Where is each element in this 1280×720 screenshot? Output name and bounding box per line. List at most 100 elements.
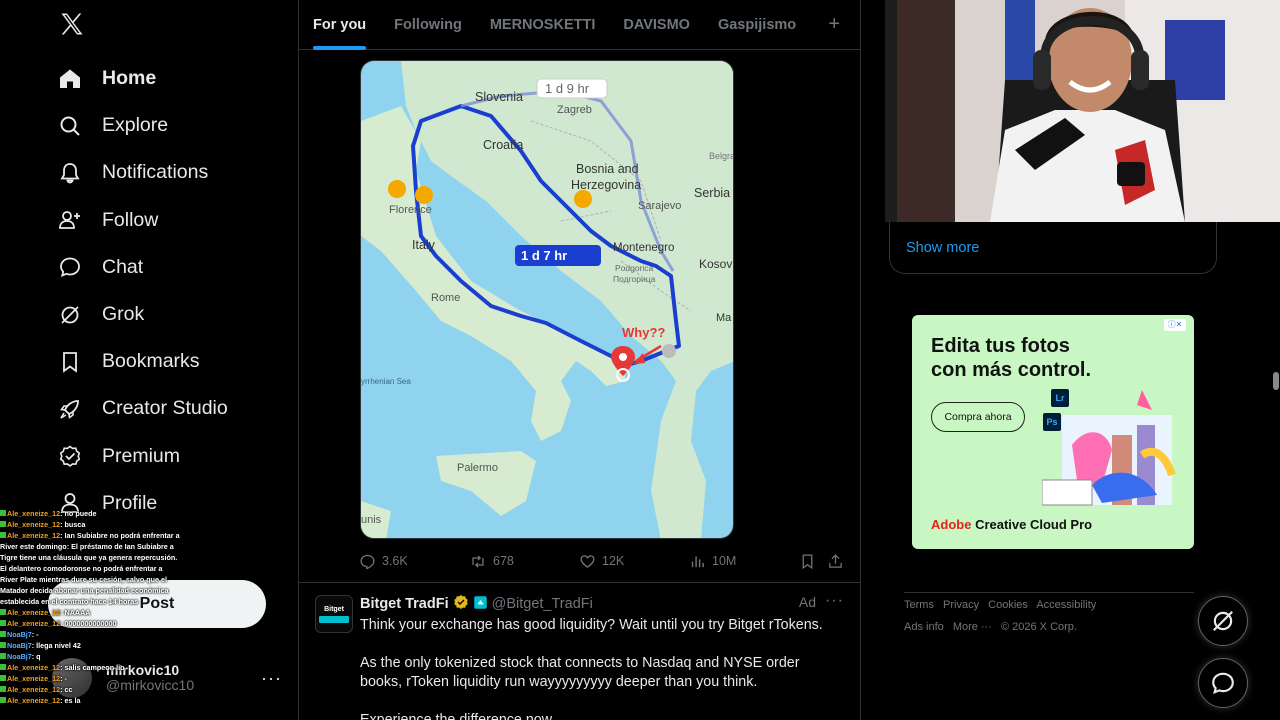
place-label: Florence — [389, 204, 432, 216]
chat-message: Ale_xeneize_12: salis campeon lio — [0, 662, 182, 673]
tab-mernosketti[interactable]: MERNOSKETTI — [476, 0, 610, 50]
route-alt-label: 1 d 9 hr — [545, 81, 590, 96]
nav-home[interactable]: Home — [56, 55, 228, 102]
nav-premium[interactable]: Premium — [56, 433, 228, 480]
place-label: Slovenia — [475, 90, 523, 104]
chat-username: Ale_xeneize_12 — [7, 619, 61, 628]
like-count: 12K — [602, 554, 625, 568]
footer-link[interactable]: Ads info — [904, 621, 944, 633]
chat-username: Ale_xeneize_12 — [7, 608, 61, 617]
nav-notifications[interactable]: Notifications — [56, 149, 228, 196]
footer-link[interactable]: Accessibility — [1036, 599, 1096, 611]
chat-username: Ale_xeneize_12 — [7, 663, 61, 672]
nav-chat[interactable]: Chat — [56, 244, 228, 291]
tab-following[interactable]: Following — [380, 0, 476, 50]
nav-creator-studio[interactable]: Creator Studio — [56, 385, 228, 432]
chat-icon — [1212, 672, 1234, 694]
gold-verified-icon — [453, 594, 469, 614]
tab-gaspijismo[interactable]: Gaspijismo — [704, 0, 810, 50]
like-button[interactable]: 12K — [579, 553, 624, 570]
chat-text: : 0000000000000 — [60, 619, 117, 628]
follow-icon — [56, 206, 84, 234]
messages-fab-button[interactable] — [1198, 658, 1248, 708]
promoted-tweet[interactable]: Bitget Bitget TradFi @Bitget_TradFi Ad ·… — [299, 583, 860, 720]
share-icon — [829, 553, 842, 568]
chat-badge-icon — [0, 653, 6, 659]
footer-link[interactable]: Terms — [904, 599, 934, 611]
place-label: Zagreb — [557, 104, 592, 116]
timeline-tabs: For you Following MERNOSKETTI DAVISMO Ga… — [299, 0, 860, 50]
chat-message: Ale_xeneize_12: no puede — [0, 508, 182, 519]
chat-username: Ale_xeneize_12 — [7, 674, 61, 683]
chat-badge-icon — [0, 620, 6, 626]
tab-davismo[interactable]: DAVISMO — [609, 0, 704, 50]
footer-link[interactable]: More ··· — [953, 621, 992, 633]
chat-badge-icon — [0, 686, 6, 692]
footer-link[interactable]: Cookies — [988, 599, 1028, 611]
scrollbar-thumb[interactable] — [1273, 372, 1279, 390]
place-label: Palermo — [457, 462, 498, 474]
place-label: Rome — [431, 292, 460, 304]
tweet-map-image[interactable]: 1 d 9 hr 1 d 7 hr Why?? Slovenia Zagreb … — [360, 60, 734, 539]
add-tab-icon[interactable]: + — [828, 13, 840, 36]
place-label: Bosnia and — [576, 162, 639, 176]
bookmark-icon — [56, 348, 84, 376]
nav-label: Follow — [102, 208, 159, 231]
nav-bookmarks[interactable]: Bookmarks — [56, 338, 228, 385]
place-label: Herzegovina — [571, 178, 641, 192]
nav-label: Home — [102, 67, 157, 90]
tweet-text: Think your exchange has good liquidity? … — [360, 616, 840, 720]
why-annotation: Why?? — [622, 325, 665, 340]
more-dots-icon[interactable]: ··· — [825, 592, 844, 610]
avatar-text: Bitget — [324, 605, 344, 613]
heart-icon — [580, 554, 595, 568]
place-label: Podgorica — [615, 263, 654, 273]
author-name[interactable]: Bitget TradFi — [360, 596, 449, 612]
nav-follow[interactable]: Follow — [56, 197, 228, 244]
chat-badge-icon — [0, 631, 6, 637]
chat-badge-icon — [0, 642, 6, 648]
tab-for-you[interactable]: For you — [299, 0, 380, 50]
promo-brand: Adobe Creative Cloud Pro — [931, 517, 1092, 532]
chat-text: : NAAAA — [60, 608, 91, 617]
place-label: Croatia — [483, 138, 523, 152]
ad-choices-icon[interactable]: ⓘ✕ — [1164, 319, 1186, 331]
adobe-promo-banner[interactable]: ⓘ✕ Edita tus fotos con más control. Comp… — [912, 315, 1194, 549]
avatar[interactable]: Bitget — [315, 595, 353, 633]
left-sidebar: Home Explore Notifications Follow Chat G… — [0, 0, 298, 720]
chat-message: Ale_xeneize_12: NAAAA — [0, 607, 182, 618]
views-button[interactable]: 10M — [689, 553, 736, 570]
chat-username: NoaBj7 — [7, 630, 32, 639]
bookmark-button[interactable] — [799, 553, 822, 570]
copyright: © 2026 X Corp. — [1000, 621, 1077, 633]
bell-icon — [56, 159, 84, 187]
show-more-link[interactable]: Show more — [906, 240, 979, 256]
nav-label: Creator Studio — [102, 397, 228, 420]
chat-message: Ale_xeneize_12: - — [0, 673, 182, 684]
grok-fab-button[interactable] — [1198, 596, 1248, 646]
place-label: Sarajevo — [638, 200, 681, 212]
place-label: Kosov — [699, 257, 732, 271]
chat-message: Ale_xeneize_12: es la — [0, 695, 182, 706]
chat-message: Ale_xeneize_12: 0000000000000 — [0, 618, 182, 629]
chat-message: Ale_xeneize_12: Ian Subiabre no podrá en… — [0, 530, 182, 607]
nav-explore[interactable]: Explore — [56, 102, 228, 149]
chat-username: NoaBj7 — [7, 641, 32, 650]
footer-link[interactable]: Privacy — [943, 599, 979, 611]
place-label: yrrhenian Sea — [361, 377, 411, 386]
buy-now-button[interactable]: Compra ahora — [931, 402, 1025, 432]
chat-badge-icon — [0, 697, 6, 703]
share-button[interactable] — [827, 553, 850, 570]
chat-text: : - — [60, 674, 67, 683]
repost-count: 678 — [493, 554, 514, 568]
author-handle[interactable]: @Bitget_TradFi — [492, 596, 593, 612]
avatar-bar — [319, 615, 349, 623]
reply-button[interactable]: 3.6K — [359, 553, 408, 570]
more-dots-icon[interactable]: ··· — [261, 668, 282, 689]
nav-grok[interactable]: Grok — [56, 291, 228, 338]
repost-button[interactable]: 678 — [469, 553, 514, 570]
reply-count: 3.6K — [382, 554, 408, 568]
x-logo-icon[interactable] — [58, 10, 86, 38]
chat-message: Ale_xeneize_12: busca — [0, 519, 182, 530]
place-label: Ma — [716, 312, 732, 324]
